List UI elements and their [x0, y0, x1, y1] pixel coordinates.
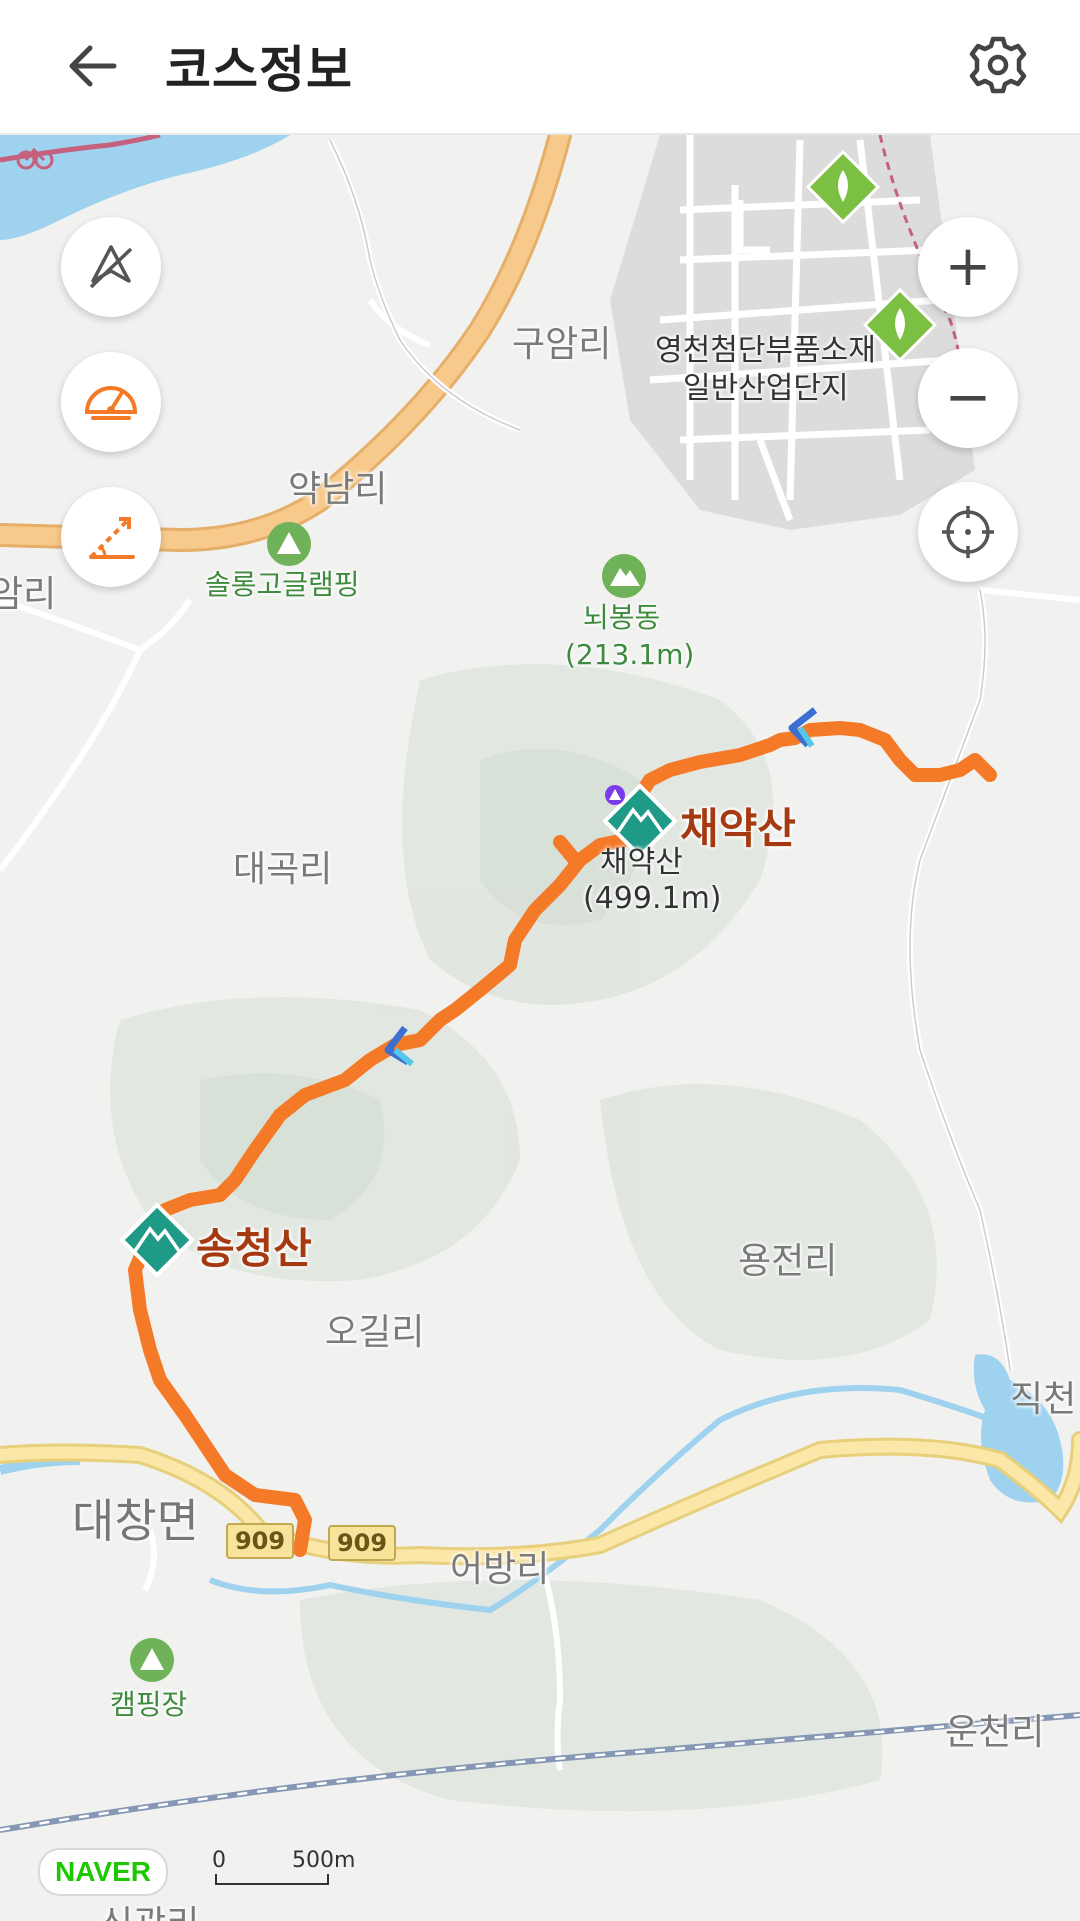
arrow-left-icon [69, 45, 117, 87]
poi-label: 솔롱고글램핑 [205, 568, 360, 601]
place-label: 용전리 [738, 1241, 838, 1282]
summit-flag-icon [605, 785, 625, 805]
campsite-marker-icon [267, 522, 311, 566]
poi-label: 뇌봉동 [583, 601, 661, 634]
scale-bar-line [215, 1874, 329, 1885]
place-label: 운천리 [945, 1712, 1045, 1753]
road-number-badge: 909 [328, 1525, 396, 1561]
poi-label: 캠핑장 [110, 1688, 188, 1721]
peak-label: 송청산 [196, 1224, 312, 1273]
top-app-bar: 코스정보 [0, 0, 1080, 135]
place-label: 일반산업단지 [683, 371, 849, 406]
settings-button[interactable] [963, 30, 1033, 100]
plus-icon: + [944, 234, 992, 299]
elevation-button[interactable] [61, 487, 161, 587]
zoom-in-button[interactable]: + [918, 217, 1018, 317]
place-label: 오길리 [325, 1312, 425, 1353]
campsite-marker-icon [130, 1638, 174, 1682]
place-label: 암리 [0, 574, 57, 615]
place-label: 대곡리 [233, 849, 333, 890]
zoom-out-button[interactable]: − [918, 348, 1018, 448]
compass-toggle-button[interactable] [61, 217, 161, 317]
compass-off-icon [89, 245, 133, 289]
mountain-marker-icon [602, 554, 646, 598]
peak-height-label: (499.1m) [583, 881, 722, 916]
place-label: 신광리 [100, 1895, 199, 1921]
page-title: 코스정보 [165, 41, 353, 99]
place-label: 구암리 [512, 324, 612, 365]
locate-button[interactable] [918, 482, 1018, 582]
place-label: 어방리 [450, 1549, 550, 1590]
peak-sub-label: 채약산 [600, 845, 683, 880]
speed-button[interactable] [61, 352, 161, 452]
map-scale-bar: 0 500m [212, 1848, 355, 1888]
speedometer-icon [84, 386, 138, 420]
gear-icon [969, 36, 1027, 94]
place-label: 약남리 [288, 469, 388, 510]
back-button[interactable] [62, 36, 132, 96]
map-view[interactable]: 구암리 영천첨단부품소재 일반산업단지 약남리 솔롱고글램핑 암리 뇌봉동 (2… [0, 135, 1080, 1921]
naver-logo: NAVER [38, 1848, 168, 1896]
place-label: 직천 [1010, 1379, 1077, 1420]
place-label: 대창면 [72, 1494, 199, 1548]
peak-label: 채약산 [680, 804, 796, 853]
crosshair-icon [942, 506, 994, 558]
elevation-icon [89, 517, 135, 559]
poi-label: (213.1m) [565, 638, 695, 671]
road-number-badge: 909 [226, 1523, 294, 1559]
minus-icon: − [944, 365, 992, 430]
place-label: 영천첨단부품소재 [655, 333, 876, 368]
